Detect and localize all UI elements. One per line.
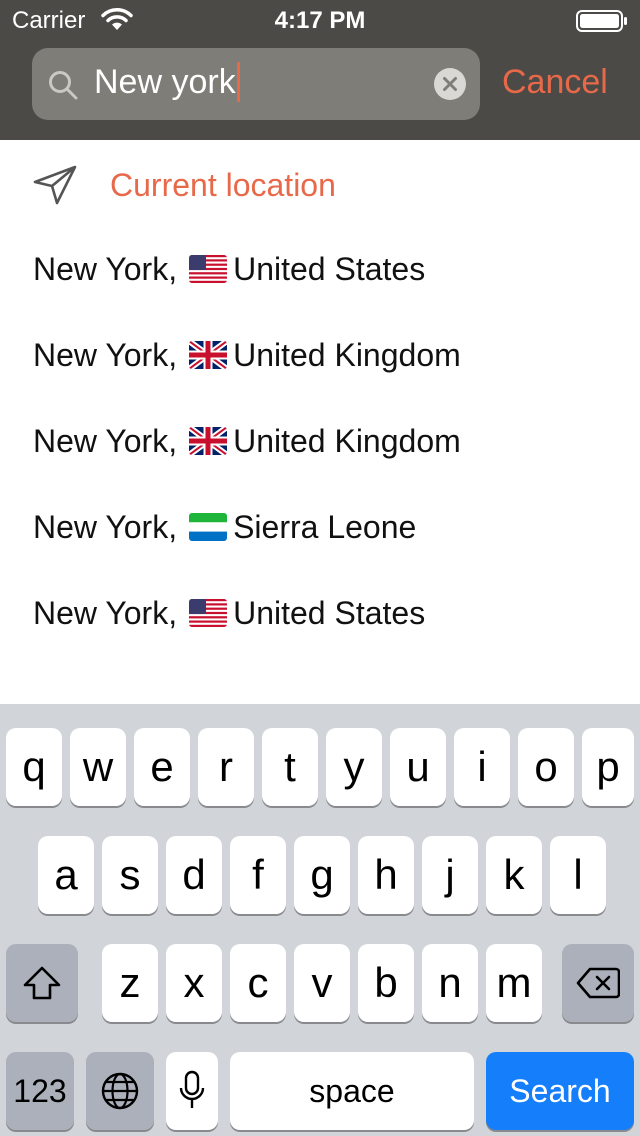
search-header: Carrier 4:17 PM New york Cancel [0, 0, 640, 140]
key-d[interactable]: d [166, 836, 222, 914]
search-results-list: Current location New York, United States… [0, 140, 640, 704]
key-e[interactable]: e [134, 728, 190, 806]
location-arrow-icon [33, 165, 77, 205]
search-query-value: New york [94, 63, 236, 101]
delete-key[interactable] [562, 944, 634, 1022]
search-key[interactable]: Search [486, 1052, 634, 1130]
key-t[interactable]: t [262, 728, 318, 806]
key-i[interactable]: i [454, 728, 510, 806]
key-y[interactable]: y [326, 728, 382, 806]
key-m[interactable]: m [486, 944, 542, 1022]
list-item[interactable]: New York, United Kingdom [0, 398, 640, 484]
globe-icon [101, 1072, 139, 1110]
uk-flag-icon [189, 427, 228, 455]
shift-key[interactable] [6, 944, 78, 1022]
key-z[interactable]: z [102, 944, 158, 1022]
result-city: New York, [33, 337, 178, 373]
globe-key[interactable] [86, 1052, 154, 1130]
key-n[interactable]: n [422, 944, 478, 1022]
key-l[interactable]: l [550, 836, 606, 914]
result-city: New York, [33, 509, 178, 545]
numbers-key[interactable]: 123 [6, 1052, 74, 1130]
key-s[interactable]: s [102, 836, 158, 914]
key-f[interactable]: f [230, 836, 286, 914]
key-x[interactable]: x [166, 944, 222, 1022]
search-icon [49, 71, 78, 100]
result-country: United Kingdom [233, 337, 461, 373]
key-p[interactable]: p [582, 728, 634, 806]
result-country: Sierra Leone [233, 509, 417, 545]
sierra-leone-flag-icon [189, 513, 228, 541]
us-flag-icon [189, 255, 228, 283]
key-o[interactable]: o [518, 728, 574, 806]
result-city: New York, [33, 251, 178, 287]
current-location-row[interactable]: Current location [0, 140, 640, 226]
search-query-text: New york [94, 62, 240, 102]
battery-icon [576, 10, 627, 32]
list-item[interactable]: New York, United Kingdom [0, 312, 640, 398]
list-item[interactable]: New York, Sierra Leone [0, 484, 640, 570]
status-bar: Carrier 4:17 PM [0, 0, 640, 40]
us-flag-icon [189, 599, 228, 627]
key-c[interactable]: c [230, 944, 286, 1022]
space-key[interactable]: space [230, 1052, 474, 1130]
current-location-label: Current location [110, 167, 336, 203]
text-caret [236, 62, 240, 102]
result-country: United States [233, 595, 426, 631]
result-city: New York, [33, 423, 178, 459]
key-a[interactable]: a [38, 836, 94, 914]
status-time: 4:17 PM [274, 7, 366, 34]
key-k[interactable]: k [486, 836, 542, 914]
backspace-icon [576, 967, 620, 999]
keyboard: q w e r t y u i o p a s d f g h j k l z … [0, 704, 640, 1136]
key-q[interactable]: q [6, 728, 62, 806]
key-w[interactable]: w [70, 728, 126, 806]
key-u[interactable]: u [390, 728, 446, 806]
cancel-button[interactable]: Cancel [502, 62, 608, 102]
key-j[interactable]: j [422, 836, 478, 914]
list-item[interactable]: New York, United States [0, 226, 640, 312]
dictation-key[interactable] [166, 1052, 218, 1130]
key-h[interactable]: h [358, 836, 414, 914]
search-input[interactable]: New york [32, 48, 480, 120]
key-g[interactable]: g [294, 836, 350, 914]
microphone-icon [179, 1070, 205, 1108]
clear-icon[interactable] [434, 68, 466, 100]
result-country: United Kingdom [233, 423, 461, 459]
key-v[interactable]: v [294, 944, 350, 1022]
list-item[interactable]: New York, United States [0, 570, 640, 656]
uk-flag-icon [189, 341, 228, 369]
shift-icon [23, 966, 61, 1000]
result-city: New York, [33, 595, 178, 631]
key-r[interactable]: r [198, 728, 254, 806]
result-country: United States [233, 251, 426, 287]
key-b[interactable]: b [358, 944, 414, 1022]
